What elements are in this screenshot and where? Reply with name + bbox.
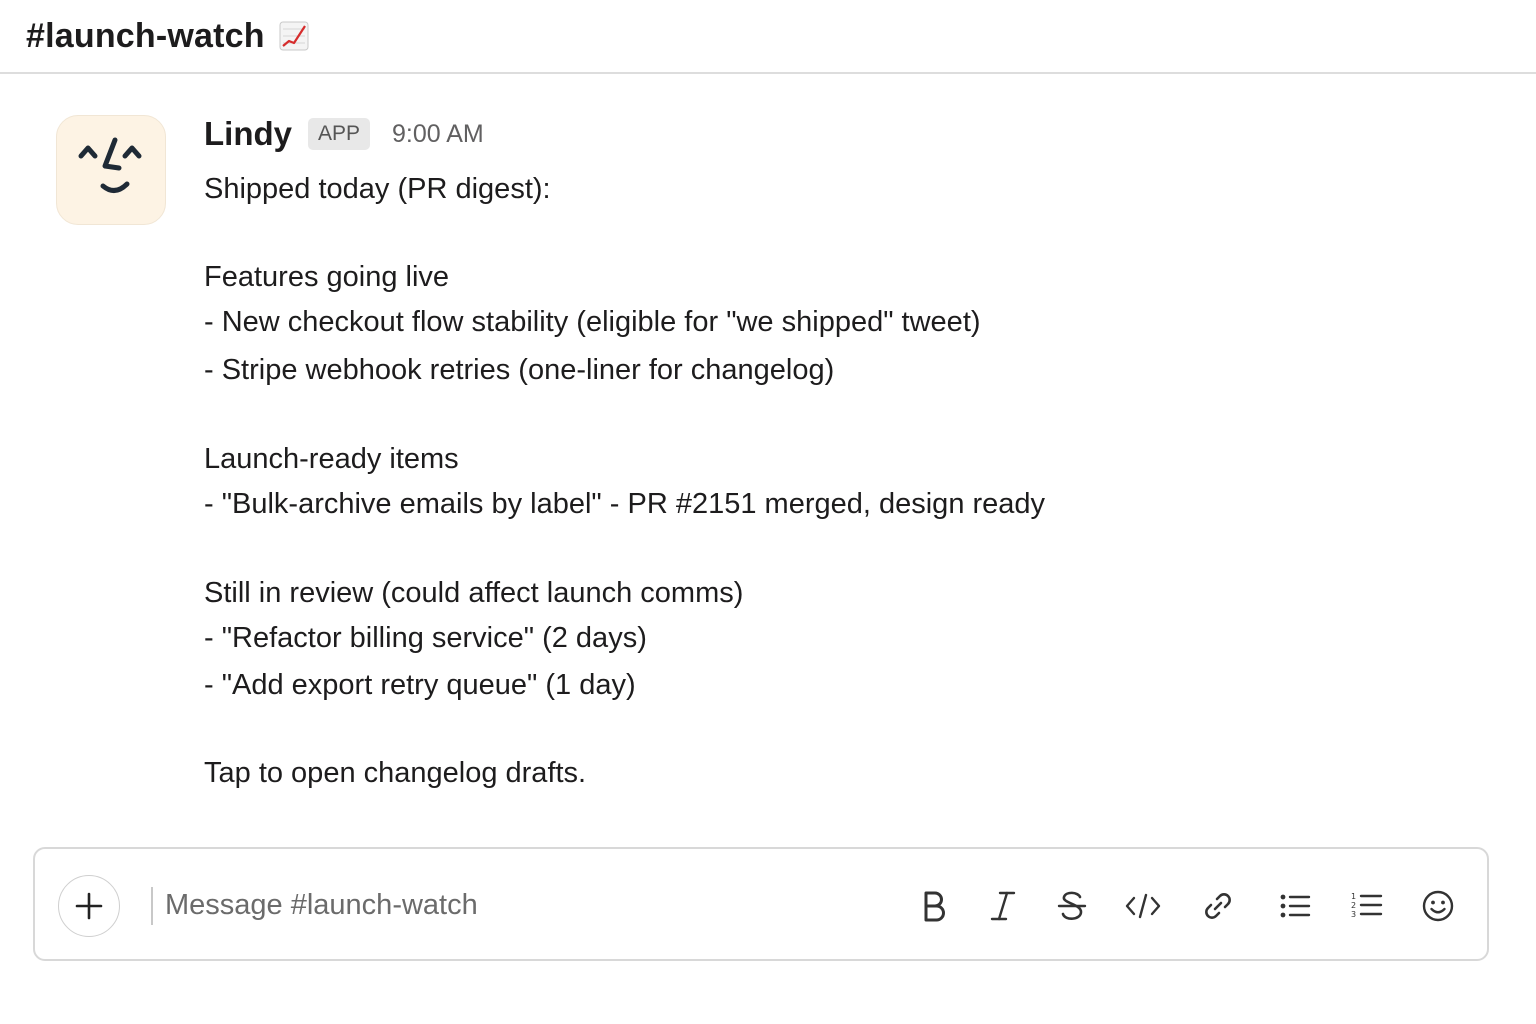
avatar[interactable] <box>56 115 166 225</box>
svg-text:2: 2 <box>1351 901 1356 910</box>
bold-icon[interactable] <box>912 884 956 928</box>
numbered-list-icon[interactable]: 1 2 3 <box>1345 884 1389 928</box>
text-caret <box>151 887 153 925</box>
svg-text:1: 1 <box>1351 892 1356 901</box>
message-line: Shipped today (PR digest): <box>204 173 551 205</box>
code-icon[interactable] <box>1121 884 1165 928</box>
lindy-logo-icon <box>78 137 142 193</box>
timestamp[interactable]: 9:00 AM <box>392 120 484 149</box>
message-body: Lindy APP 9:00 AM Shipped today (PR dige… <box>204 115 1404 789</box>
sender-name[interactable]: Lindy <box>204 115 292 153</box>
italic-icon[interactable] <box>981 884 1025 928</box>
app-badge: APP <box>308 118 371 150</box>
message-line: Features going live <box>204 261 450 293</box>
message-line: - "Refactor billing service" (2 days) <box>204 622 647 654</box>
message-line: - New checkout flow stability (eligible … <box>204 306 981 338</box>
link-icon[interactable] <box>1196 884 1240 928</box>
message-composer: Message #launch-watch 1 2 3 <box>33 847 1489 961</box>
strikethrough-icon[interactable] <box>1050 884 1094 928</box>
chart-increasing-icon <box>279 21 309 51</box>
message-header: Lindy APP 9:00 AM <box>204 115 1404 153</box>
bulleted-list-icon[interactable] <box>1273 884 1317 928</box>
message-line: - "Add export retry queue" (1 day) <box>204 669 636 701</box>
plus-icon[interactable] <box>58 875 120 937</box>
message-line[interactable]: Tap to open changelog drafts. <box>204 755 586 791</box>
message-line: - Stripe webhook retries (one-liner for … <box>204 354 835 386</box>
svg-text:3: 3 <box>1351 910 1356 919</box>
message-line: - "Bulk-archive emails by label" - PR #2… <box>204 488 1046 520</box>
channel-header: #launch-watch <box>0 0 1536 74</box>
message-input[interactable]: Message #launch-watch <box>165 889 478 922</box>
message-line: Still in review (could affect launch com… <box>204 577 744 609</box>
message-line: Launch-ready items <box>204 443 459 475</box>
emoji-icon[interactable] <box>1416 884 1460 928</box>
channel-title[interactable]: #launch-watch <box>26 17 265 56</box>
